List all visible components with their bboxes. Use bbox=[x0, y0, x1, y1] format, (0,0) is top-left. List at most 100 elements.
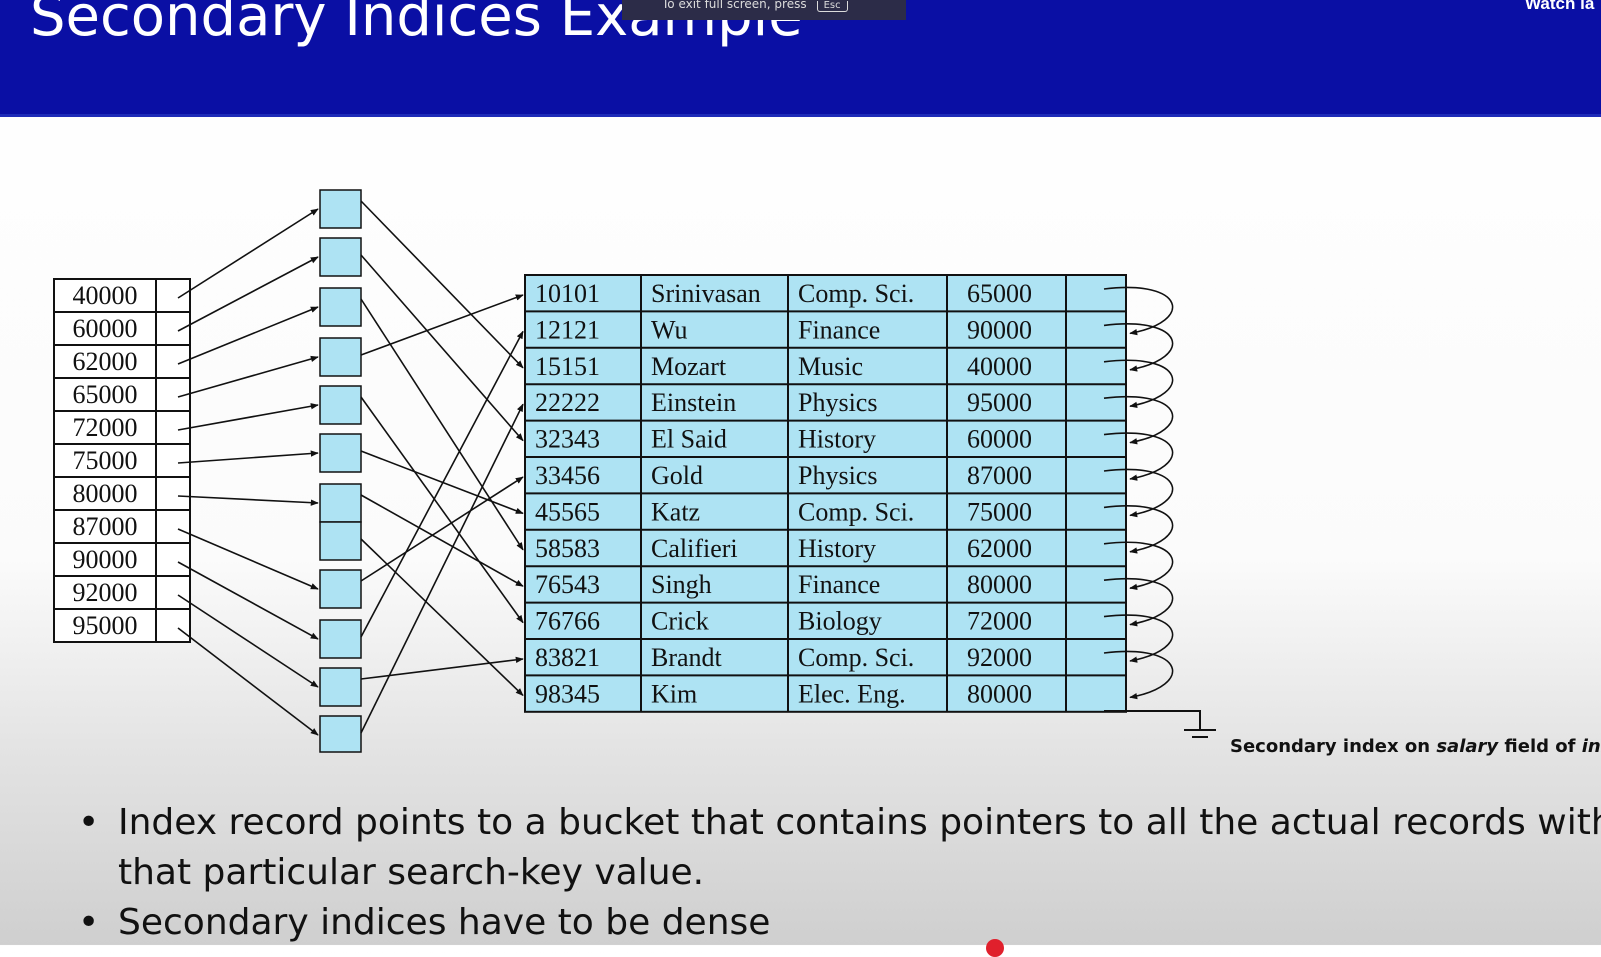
index-key: 95000 bbox=[73, 611, 138, 640]
bucket-cell bbox=[319, 521, 362, 561]
record-id: 33456 bbox=[535, 461, 600, 490]
record-salary: 60000 bbox=[967, 425, 1032, 454]
bullet-dot: • bbox=[78, 802, 100, 843]
bucket-cell bbox=[319, 715, 362, 753]
index-to-bucket-arrow bbox=[177, 528, 319, 590]
bullet-list: • Index record points to a bucket that c… bbox=[78, 798, 1601, 948]
bucket-to-record-arrow bbox=[360, 403, 524, 734]
record-name: Gold bbox=[651, 461, 703, 490]
bucket-to-record-arrow bbox=[360, 656, 524, 680]
record-name: Crick bbox=[651, 607, 709, 636]
bucket-cell bbox=[319, 569, 362, 609]
index-to-bucket-arrow bbox=[177, 450, 319, 464]
record-dept: Biology bbox=[798, 607, 882, 636]
bullet-line: Index record points to a bucket that con… bbox=[118, 802, 1601, 843]
record-id: 12121 bbox=[535, 315, 600, 344]
record-name: Califieri bbox=[651, 534, 738, 563]
record-salary: 62000 bbox=[967, 534, 1032, 563]
bucket-cell bbox=[319, 385, 362, 425]
record-id: 32343 bbox=[535, 425, 600, 454]
record-name: Srinivasan bbox=[651, 279, 761, 308]
record-name: Katz bbox=[651, 497, 700, 526]
bucket-to-record-arrow bbox=[360, 254, 524, 442]
index-key: 65000 bbox=[73, 380, 138, 409]
index-to-bucket-arrow bbox=[177, 208, 319, 299]
bucket-cell bbox=[319, 237, 362, 277]
index-key: 75000 bbox=[73, 446, 138, 475]
index-key: 80000 bbox=[73, 479, 138, 508]
record-name: Kim bbox=[651, 679, 697, 708]
bullet-item: • Index record points to a bucket that c… bbox=[78, 798, 1601, 898]
bucket-cell bbox=[319, 433, 362, 473]
index-to-bucket-arrow bbox=[177, 495, 319, 506]
record-salary: 72000 bbox=[967, 607, 1032, 636]
index-to-bucket-arrow bbox=[177, 627, 319, 736]
caption-middle: field of bbox=[1498, 736, 1582, 757]
bucket-to-record-arrow bbox=[360, 294, 524, 356]
bucket-to-record-arrow bbox=[360, 396, 524, 624]
record-id: 76543 bbox=[535, 570, 600, 599]
bullet-line: Secondary indices have to be dense bbox=[118, 902, 771, 943]
record-id: 58583 bbox=[535, 534, 600, 563]
index-key: 72000 bbox=[73, 413, 138, 442]
record-salary: 80000 bbox=[967, 679, 1032, 708]
record-salary: 87000 bbox=[967, 461, 1032, 490]
caption-prefix: Secondary index on bbox=[1230, 736, 1437, 757]
record-id: 10101 bbox=[535, 279, 600, 308]
record-name: Singh bbox=[651, 570, 712, 599]
index-key: 62000 bbox=[73, 347, 138, 376]
index-key: 40000 bbox=[73, 281, 138, 310]
caption-relation: inst bbox=[1581, 736, 1601, 757]
record-dept: Comp. Sci. bbox=[798, 279, 914, 308]
index-key: 92000 bbox=[73, 578, 138, 607]
bucket-cell bbox=[319, 337, 362, 377]
record-id: 98345 bbox=[535, 679, 600, 708]
record-name: Wu bbox=[651, 315, 688, 344]
bucket-cell bbox=[319, 189, 362, 229]
bullet-dot: • bbox=[78, 902, 100, 943]
index-to-bucket-arrow bbox=[177, 403, 319, 431]
record-id: 15151 bbox=[535, 352, 600, 381]
bucket-to-record-arrow bbox=[360, 450, 524, 515]
record-dept: History bbox=[798, 425, 876, 454]
index-to-bucket-arrow bbox=[177, 355, 319, 398]
record-salary: 75000 bbox=[967, 497, 1032, 526]
index-to-bucket-arrow bbox=[177, 594, 319, 688]
instructor-relation-table: 10101 Srinivasan Comp. Sci. 65000 12121 Wu Fin… bbox=[524, 274, 1127, 713]
record-dept: Comp. Sci. bbox=[798, 497, 914, 526]
record-name: Einstein bbox=[651, 388, 736, 417]
record-salary: 92000 bbox=[967, 643, 1032, 672]
bucket-cell bbox=[319, 619, 362, 659]
bucket-to-record-arrow bbox=[360, 538, 524, 696]
bucket-to-record-arrow bbox=[360, 298, 524, 551]
record-dept: History bbox=[798, 534, 876, 563]
record-salary: 65000 bbox=[967, 279, 1032, 308]
secondary-index-table: 40000 60000 62000 65000 72000 75000 80000 87000… bbox=[53, 278, 191, 643]
record-id: 45565 bbox=[535, 497, 600, 526]
record-dept: Physics bbox=[798, 388, 877, 417]
record-dept: Music bbox=[798, 352, 863, 381]
bullet-item: • Secondary indices have to be dense bbox=[78, 898, 1601, 948]
record-dept: Finance bbox=[798, 570, 880, 599]
index-key: 87000 bbox=[73, 512, 138, 541]
record-dept: Elec. Eng. bbox=[798, 679, 906, 708]
index-to-bucket-arrow bbox=[177, 256, 319, 332]
record-dept: Comp. Sci. bbox=[798, 643, 914, 672]
bucket-cell bbox=[319, 287, 362, 327]
bucket-cell bbox=[319, 667, 362, 707]
bucket-to-record-arrow bbox=[360, 330, 524, 638]
index-key: 60000 bbox=[73, 314, 138, 343]
record-id: 22222 bbox=[535, 388, 600, 417]
record-name: El Said bbox=[651, 425, 727, 454]
index-to-bucket-arrow bbox=[177, 306, 319, 365]
index-key: 90000 bbox=[73, 545, 138, 574]
record-id: 83821 bbox=[535, 643, 600, 672]
null-pointer-ground-symbol bbox=[1104, 710, 1216, 738]
record-name: Brandt bbox=[651, 643, 723, 672]
record-salary: 90000 bbox=[967, 315, 1032, 344]
record-salary: 80000 bbox=[967, 570, 1032, 599]
record-dept: Physics bbox=[798, 461, 877, 490]
record-id: 76766 bbox=[535, 607, 600, 636]
record-salary: 95000 bbox=[967, 388, 1032, 417]
bucket-to-record-arrow bbox=[360, 476, 524, 582]
